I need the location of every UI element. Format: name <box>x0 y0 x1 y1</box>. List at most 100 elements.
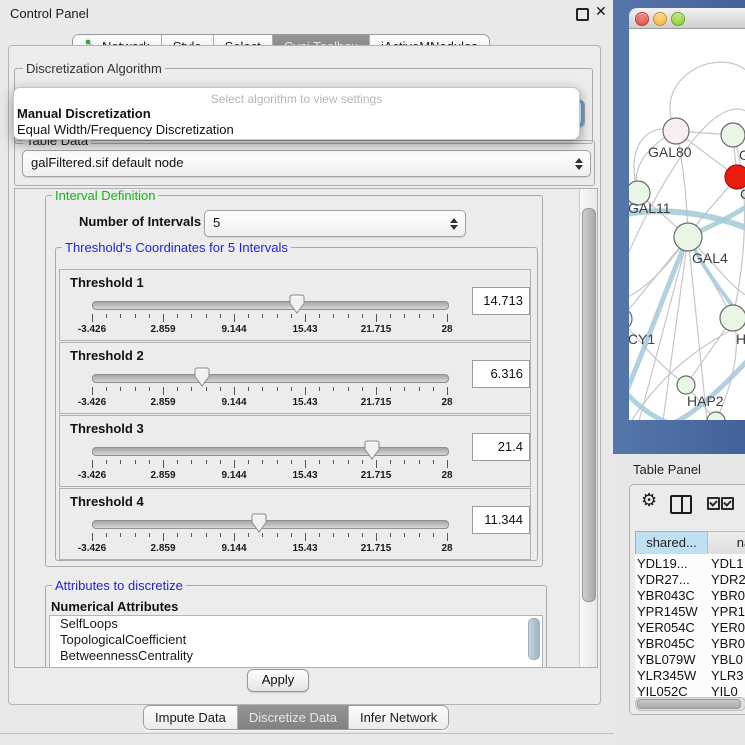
list-item[interactable]: BetweennessCentrality <box>50 648 542 664</box>
list-item[interactable]: SelfLoops <box>50 616 542 632</box>
tick-mark <box>362 460 363 464</box>
node-label: HAP2 <box>687 393 724 409</box>
slider-thumb[interactable] <box>194 367 210 387</box>
network-canvas[interactable]: GAL80GACGAL11GAL4GCY1HHAP2 <box>629 29 745 420</box>
tick-mark <box>177 533 178 537</box>
table-row[interactable]: YER054CYER0 <box>635 620 745 636</box>
tick-mark <box>206 533 207 537</box>
column-header-shared-[interactable]: shared... <box>635 531 708 555</box>
thresholds-group-title: Threshold's Coordinates for 5 Intervals <box>62 240 291 255</box>
tab-impute-data[interactable]: Impute Data <box>144 706 237 729</box>
network-node[interactable] <box>663 118 689 144</box>
table-row[interactable]: YDR27...YDR2 <box>635 572 745 588</box>
checkbox-icon[interactable] <box>721 497 734 510</box>
zoom-traffic-light-icon[interactable] <box>671 12 685 26</box>
close-traffic-light-icon[interactable] <box>635 12 649 26</box>
slider-track[interactable] <box>92 520 449 529</box>
node-label: GA <box>739 147 745 163</box>
tick-mark <box>319 314 320 318</box>
tick-mark <box>333 533 334 537</box>
tick-mark <box>149 533 150 537</box>
tick-mark <box>163 460 164 468</box>
tick-mark <box>206 387 207 391</box>
tick-mark <box>362 314 363 318</box>
tick-label: 28 <box>441 470 452 481</box>
number-of-intervals-combobox[interactable]: 5 <box>204 210 466 237</box>
tick-mark <box>262 387 263 391</box>
threshold-value-field[interactable]: 21.4 <box>472 433 530 461</box>
node-label: GAL4 <box>692 250 728 266</box>
tick-mark <box>220 387 221 391</box>
tick-mark <box>333 387 334 391</box>
attributes-group-title: Attributes to discretize <box>52 578 186 593</box>
threshold-value-field[interactable]: 14.713 <box>472 287 530 315</box>
table-data-combobox[interactable]: galFiltered.sif default node <box>22 150 591 177</box>
slider-track[interactable] <box>92 374 449 383</box>
slider-thumb[interactable] <box>364 440 380 460</box>
vertical-scrollbar[interactable] <box>579 189 597 667</box>
tick-mark <box>135 533 136 537</box>
tick-mark <box>419 314 420 318</box>
threshold-value-field[interactable]: 6.316 <box>472 360 530 388</box>
cell-name: YER0 <box>711 620 745 635</box>
cell-name: YBR0 <box>711 636 745 651</box>
network-window-titlebar[interactable] <box>629 8 745 29</box>
network-node[interactable] <box>720 305 745 331</box>
interval-definition-title: Interval Definition <box>52 188 158 203</box>
gear-icon[interactable]: ⚙ <box>641 490 657 511</box>
float-window-icon[interactable] <box>576 8 589 21</box>
split-columns-icon[interactable] <box>670 495 692 514</box>
network-node[interactable] <box>677 376 695 394</box>
tick-mark <box>106 460 107 464</box>
table-row[interactable]: YBR043CYBR0 <box>635 588 745 604</box>
threshold-value-field[interactable]: 11.344 <box>472 506 530 534</box>
table-row[interactable]: YIL052CYIL0 <box>635 684 745 697</box>
tick-mark <box>305 387 306 395</box>
apply-button[interactable]: Apply <box>247 669 309 692</box>
tick-label: 9.144 <box>221 324 246 335</box>
cell-shared-name: YBL079W <box>637 652 696 667</box>
column-header-name[interactable]: name <box>707 531 745 555</box>
numerical-attributes-list[interactable]: SelfLoopsTopologicalCoefficientBetweenne… <box>49 615 543 668</box>
tick-mark <box>447 314 448 322</box>
cell-shared-name: YDR27... <box>637 572 690 587</box>
table-row[interactable]: YBL079WYBL0 <box>635 652 745 668</box>
tick-label: 2.859 <box>150 397 175 408</box>
tick-mark <box>447 533 448 541</box>
tick-mark <box>433 460 434 464</box>
tab-infer-network[interactable]: Infer Network <box>348 706 448 729</box>
spinner-arrows-icon <box>450 217 458 231</box>
network-node[interactable] <box>674 223 702 251</box>
vertical-scrollbar-thumb[interactable] <box>582 208 596 602</box>
horizontal-scrollbar[interactable] <box>635 697 745 711</box>
tab-label: Discretize Data <box>249 707 337 729</box>
slider-thumb[interactable] <box>251 513 267 533</box>
slider-track[interactable] <box>92 447 449 456</box>
tick-label: 9.144 <box>221 397 246 408</box>
tab-discretize-data[interactable]: Discretize Data <box>237 706 348 729</box>
table-row[interactable]: YBR045CYBR0 <box>635 636 745 652</box>
network-node[interactable] <box>721 123 745 147</box>
table-row[interactable]: YPR145WYPR1 <box>635 604 745 620</box>
list-item[interactable]: TopologicalCoefficient <box>50 632 542 648</box>
table-row[interactable]: YLR345WYLR3 <box>635 668 745 684</box>
minimize-traffic-light-icon[interactable] <box>653 12 667 26</box>
slider-thumb[interactable] <box>289 294 305 314</box>
tick-mark <box>191 460 192 464</box>
horizontal-scrollbar-thumb[interactable] <box>637 699 741 709</box>
checkbox-icon[interactable] <box>707 497 720 510</box>
tick-mark <box>248 387 249 391</box>
tick-mark <box>277 533 278 537</box>
close-icon[interactable]: ✕ <box>595 3 607 20</box>
tick-mark <box>348 387 349 391</box>
network-node[interactable] <box>629 308 632 330</box>
network-graph[interactable]: GAL80GACGAL11GAL4GCY1HHAP2 <box>629 29 745 420</box>
table-row[interactable]: YDL19...YDL1 <box>635 556 745 572</box>
algorithm-option-manual-discretization[interactable]: Manual Discretization <box>17 106 151 121</box>
control-panel-window: Control Panel ✕ NetworkStyleSelectCyni T… <box>0 0 614 745</box>
tick-label: 21.715 <box>361 470 392 481</box>
list-scrollbar-thumb[interactable] <box>528 618 540 660</box>
tick-mark <box>291 460 292 464</box>
algorithm-option-equal-width-frequency-discretization[interactable]: Equal Width/Frequency Discretization <box>17 122 234 137</box>
slider-track[interactable] <box>92 301 449 310</box>
